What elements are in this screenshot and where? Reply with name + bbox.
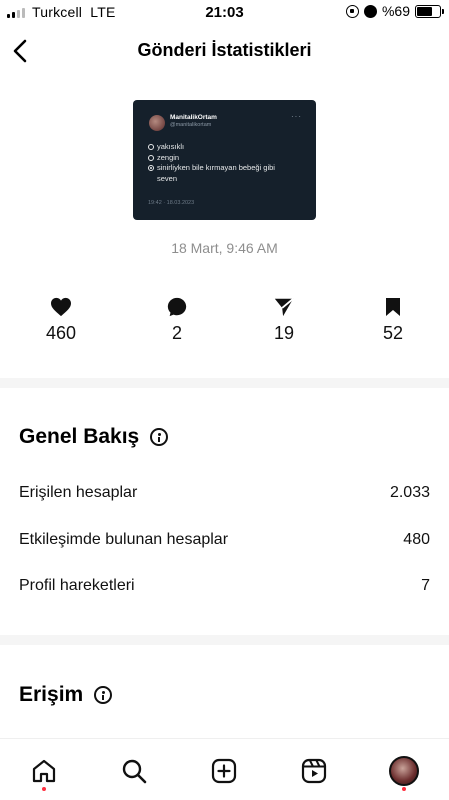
nav-home[interactable] — [24, 751, 64, 791]
radio-icon — [148, 144, 154, 150]
reels-icon — [301, 758, 327, 784]
info-icon[interactable] — [94, 686, 113, 704]
alarm-icon — [363, 4, 377, 18]
metric-shares: 19 — [249, 295, 319, 344]
nav-reels[interactable] — [294, 751, 334, 791]
metric-comments: 2 — [142, 295, 212, 344]
more-icon: ··· — [291, 112, 302, 121]
poll-option: yakısıklı — [148, 142, 297, 153]
info-icon[interactable] — [150, 428, 169, 446]
post-author-avatar — [149, 115, 165, 131]
notification-dot — [42, 787, 46, 791]
poll-option-selected: sinirliyken bile kırmayan bebeği gibi se… — [148, 163, 297, 184]
status-bar: Turkcell LTE 21:03 %69 — [0, 0, 449, 26]
reach-title-text: Erişim — [19, 683, 84, 706]
nav-profile[interactable] — [384, 751, 424, 791]
metric-saves: 52 — [358, 295, 428, 344]
post-author-handle: @manitalikortam — [170, 122, 212, 128]
section-divider — [0, 378, 449, 388]
likes-count: 460 — [45, 323, 77, 343]
row-value: 480 — [403, 531, 430, 548]
send-icon — [274, 298, 294, 317]
section-divider — [0, 635, 449, 645]
shares-count: 19 — [273, 323, 295, 343]
heart-icon — [51, 297, 71, 317]
overview-title: Genel Bakış — [19, 425, 169, 449]
home-icon — [32, 759, 56, 783]
header: Gönderi İstatistikleri — [0, 26, 449, 76]
row-value: 2.033 — [389, 484, 430, 501]
page-title: Gönderi İstatistikleri — [137, 40, 312, 60]
post-timestamp: 19:42 · 18.03.2023 — [148, 200, 195, 206]
row-value: 7 — [421, 577, 430, 594]
row-label: Profil hareketleri — [19, 577, 135, 594]
overview-row: Profil hareketleri 7 — [19, 577, 430, 595]
nav-create[interactable] — [204, 751, 244, 791]
overview-row: Erişilen hesaplar 2.033 — [19, 484, 430, 502]
comment-icon — [167, 297, 187, 317]
battery-icon — [415, 4, 444, 18]
row-label: Etkileşimde bulunan hesaplar — [19, 531, 229, 548]
profile-avatar — [389, 756, 419, 786]
comments-count: 2 — [171, 323, 182, 343]
poll-options: yakısıklı zengin sinirliyken bile kırmay… — [148, 142, 297, 184]
radio-icon — [148, 154, 154, 161]
metric-likes: 460 — [26, 295, 96, 344]
poll-option: zengin — [148, 153, 297, 164]
search-icon — [122, 759, 147, 784]
status-right: %69 — [345, 3, 444, 19]
radio-selected-icon — [148, 165, 154, 171]
saves-count: 52 — [382, 323, 404, 343]
create-icon — [211, 758, 237, 784]
overview-row: Etkileşimde bulunan hesaplar 480 — [19, 531, 430, 549]
battery-percent: %69 — [381, 3, 410, 19]
post-author-name: ManitalikOrtam — [170, 114, 217, 121]
reach-title: Erişim — [19, 683, 113, 707]
post-preview[interactable]: ManitalikOrtam @manitalikortam ··· yakıs… — [133, 100, 316, 220]
notification-dot — [402, 787, 406, 791]
nav-search[interactable] — [114, 751, 154, 791]
orientation-lock-icon — [345, 4, 359, 18]
bookmark-icon — [386, 298, 400, 316]
overview-title-text: Genel Bakış — [19, 425, 140, 448]
bottom-nav — [0, 738, 449, 800]
row-label: Erişilen hesaplar — [19, 484, 138, 501]
post-date: 18 Mart, 9:46 AM — [171, 240, 278, 256]
